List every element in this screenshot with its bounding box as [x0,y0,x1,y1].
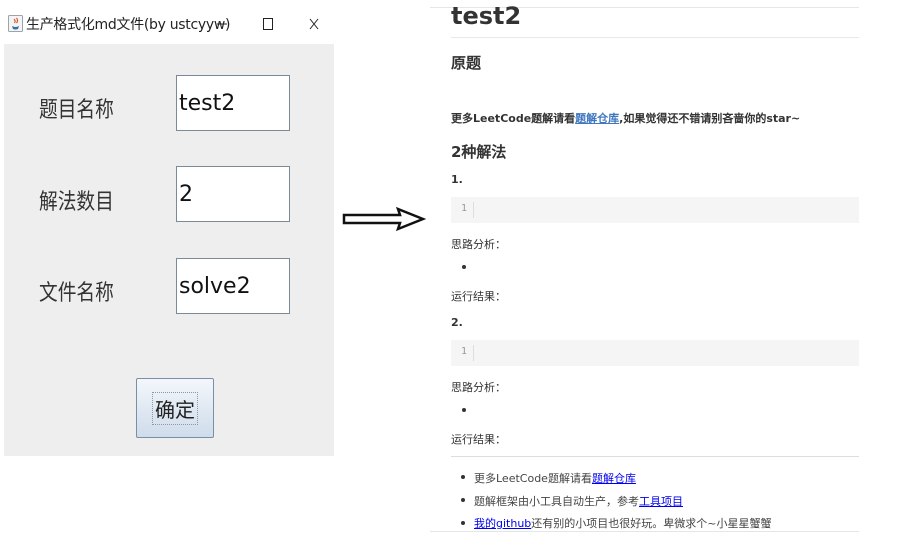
confirm-button-label: 确定 [152,391,198,425]
right-arrow-icon [342,206,426,232]
section-heading-original: 原题 [451,54,482,72]
repo-link[interactable]: 题解仓库 [592,472,636,485]
footer-text: 题解框架由小工具自动生产，参考 [474,495,639,508]
divider [451,456,859,457]
doc-title: test2 [451,2,522,30]
divider [430,531,859,532]
markdown-preview: test2 原题 更多LeetCode题解请看题解仓库,如果觉得还不错请别吝啬你… [430,0,899,538]
repo-link[interactable]: 题解仓库 [575,112,619,125]
line-number: 1 [461,346,468,357]
footer-item: 我的github还有别的小项目也很好玩。卑微求个~小星星蟹蟹 [474,515,772,531]
app-window: 生产格式化md文件(by ustcyyw) 题目名称 解法数目 文件名称 确定 [4,4,334,456]
title-bar[interactable]: 生产格式化md文件(by ustcyyw) [4,4,334,42]
maximize-icon [263,18,273,30]
code-block[interactable]: 1 [451,340,859,366]
analysis-label: 思路分析： [451,238,506,251]
footer-text: 还有别的小项目也很好玩。卑微求个~小星星蟹蟹 [531,517,772,530]
maximize-button[interactable] [253,10,283,38]
minimize-icon [217,23,227,25]
java-app-icon [8,15,23,32]
result-label: 运行结果： [451,290,506,303]
result-label: 运行结果： [451,433,506,446]
footer-item: 题解框架由小工具自动生产，参考工具项目 [474,493,683,509]
list-bullet [462,265,466,269]
solution-count-input[interactable] [176,166,290,222]
code-gutter [473,345,474,361]
minimize-button[interactable] [207,10,237,38]
section-heading-solutions: 2种解法 [451,143,507,161]
window-title: 生产格式化md文件(by ustcyyw) [26,17,231,33]
analysis-label: 思路分析： [451,381,506,394]
intro-paragraph: 更多LeetCode题解请看题解仓库,如果觉得还不错请别吝啬你的star~ [451,110,800,126]
intro-prefix: 更多LeetCode题解请看 [451,112,576,125]
form-panel: 题目名称 解法数目 文件名称 确定 [4,44,334,456]
list-bullet [461,475,465,479]
close-button[interactable] [299,10,329,38]
intro-suffix: ,如果觉得还不错请别吝啬你的star~ [619,112,801,125]
list-bullet [461,521,465,525]
footer-text: 更多LeetCode题解请看 [474,472,592,485]
file-name-label: 文件名称 [39,281,114,306]
github-link[interactable]: 我的github [474,517,531,530]
footer-item: 更多LeetCode题解请看题解仓库 [474,470,636,486]
line-number: 1 [461,203,468,214]
solution-count-label: 解法数目 [39,190,114,215]
problem-name-label: 题目名称 [39,98,114,123]
code-block[interactable]: 1 [451,197,859,223]
close-icon [309,18,319,30]
list-bullet [462,408,466,412]
problem-name-input[interactable] [176,75,290,131]
divider [451,37,859,38]
solution-number: 2. [451,316,463,329]
confirm-button[interactable]: 确定 [136,378,214,438]
file-name-input[interactable] [176,258,290,314]
solution-number: 1. [451,173,463,186]
code-gutter [473,202,474,218]
list-bullet [461,498,465,502]
tool-project-link[interactable]: 工具项目 [639,495,683,508]
